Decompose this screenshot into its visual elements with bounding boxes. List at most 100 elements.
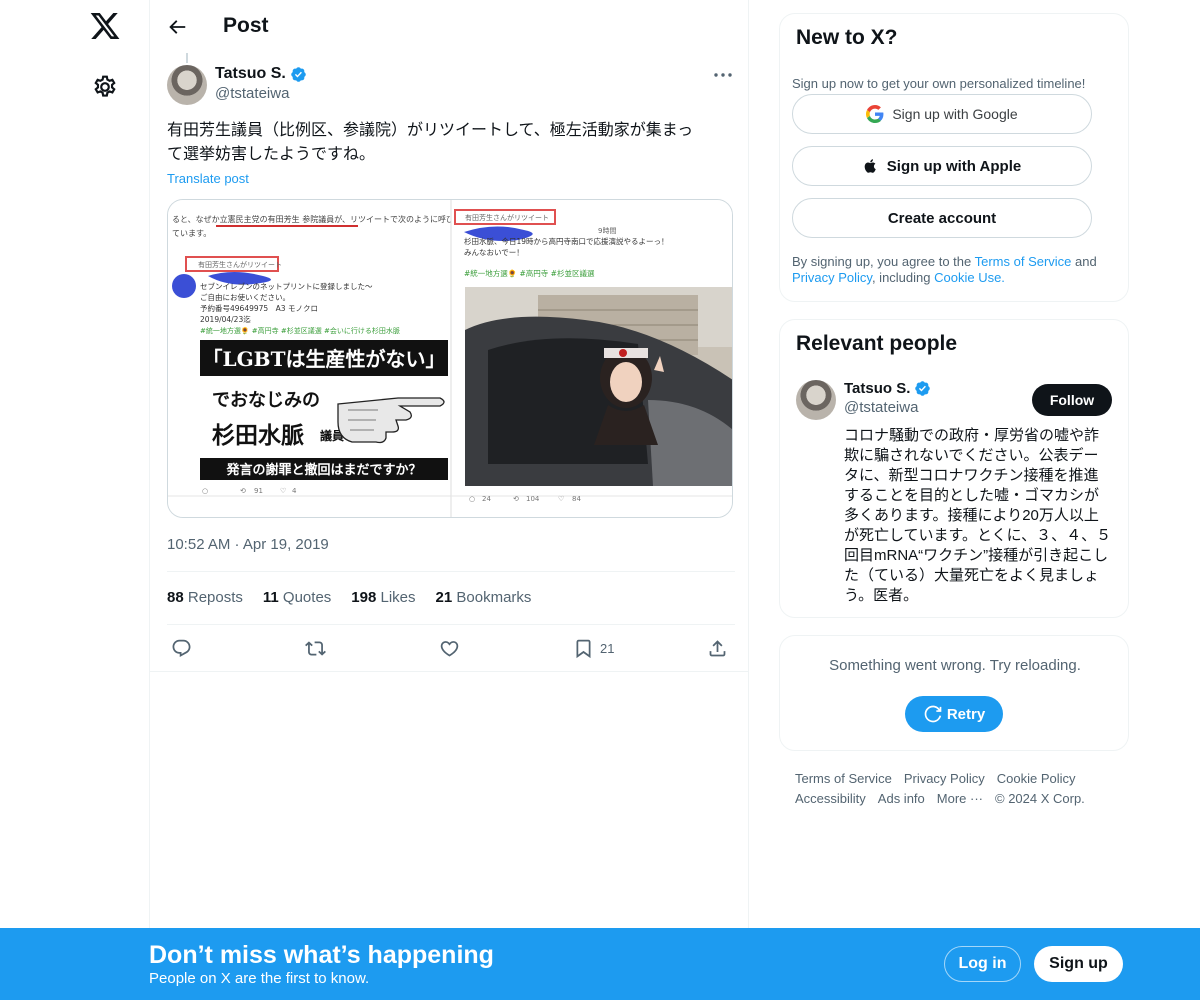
media-right-line1: 杉田水脈、今日19時から高円寺南口で応援演説やるよーっ！ [464, 236, 669, 246]
media-left-line: ご自由にお使いください。 [200, 292, 290, 302]
media-left-top-text2: ています。 [172, 229, 211, 238]
media-left-line: 2019/04/23迄 [200, 314, 251, 324]
media-right-count: 24 [482, 495, 491, 503]
author-name[interactable]: Tatsuo S. [215, 65, 286, 83]
repost-button[interactable] [305, 636, 326, 660]
post-text: 有田芳生議員（比例区、参議院）がリツイートして、極左活動家が集まっ て選挙妨害し… [167, 119, 737, 167]
footer-link[interactable]: Privacy Policy [904, 769, 985, 789]
x-logo-icon[interactable] [89, 10, 121, 42]
relevant-person[interactable]: Tatsuo S. @tstateiwa [844, 380, 931, 416]
bookmarks-stat[interactable]: 21 Bookmarks [436, 589, 532, 606]
media-left-top-text: ると、なぜか立憲民主党の有田芳生 参院議員が、リツイートで次のように呼び [172, 214, 454, 224]
post-media[interactable]: ると、なぜか立憲民主党の有田芳生 参院議員が、リツイートで次のように呼び ていま… [167, 199, 733, 518]
signup-apple-button[interactable]: Sign up with Apple [792, 146, 1092, 186]
bookmark-button[interactable]: 21 [573, 636, 614, 660]
post-text-line: て選挙妨害したようですね。 [167, 146, 376, 163]
media-right-tags: #統一地方選🌻 #高円寺 #杉並区議選 [464, 268, 595, 278]
verified-badge-icon [915, 381, 931, 396]
cookie-link[interactable]: Cookie Use. [934, 270, 1005, 285]
avatar[interactable] [167, 65, 207, 105]
page-title: Post [223, 14, 269, 37]
media-right-rt-badge: 有田芳生さんがリツイート [465, 213, 549, 222]
terms-link[interactable]: Terms of Service [975, 254, 1072, 269]
media-left-line: セブンイレブンのネットプリントに登録しました〜 [200, 281, 373, 291]
terms-text: and [1071, 254, 1097, 269]
media-left-banner-4: 発言の謝罪と撤回はまだですか？ [225, 462, 421, 478]
author-handle[interactable]: @tstateiwa [215, 85, 307, 102]
error-card: Something went wrong. Try reloading. Ret… [779, 635, 1129, 751]
banner-headline: Don’t miss what’s happening [149, 941, 494, 969]
reply-icon [172, 639, 191, 657]
post-stats: 88 Reposts 11 Quotes 198 Likes 21 Bookma… [167, 589, 531, 606]
quotes-stat[interactable]: 11 Quotes [263, 589, 331, 606]
header: Post [150, 0, 750, 53]
banner-subtitle: People on X are the first to know. [149, 970, 370, 987]
svg-text:○: ○ [202, 487, 208, 495]
footer-link[interactable]: More ··· [937, 789, 983, 809]
media-left-banner-3: 杉田水脈 [212, 422, 304, 449]
svg-text:♡: ♡ [558, 495, 564, 503]
media-left-line: #統一地方選🌻 #高円寺 #杉並区議選 #会いに行ける杉田水脈 [200, 326, 400, 335]
post-timestamp[interactable]: 10:52 AM · Apr 19, 2019 [167, 536, 329, 553]
more-options-icon[interactable] [713, 72, 733, 78]
post-text-line: 有田芳生議員（比例区、参議院）がリツイートして、極左活動家が集まっ [167, 122, 694, 139]
footer-link[interactable]: Accessibility [795, 789, 866, 809]
signup-apple-label: Sign up with Apple [886, 157, 1022, 175]
left-rail [0, 0, 150, 1000]
svg-text:⟲: ⟲ [513, 495, 519, 503]
media-right-line2: みんなおいでー！ [464, 248, 524, 257]
signup-google-button[interactable]: Sign up with Google [792, 94, 1092, 134]
signup-google-label: Sign up with Google [892, 106, 1018, 122]
signup-banner: Don’t miss what’s happening People on X … [0, 928, 1200, 1000]
relevant-name[interactable]: Tatsuo S. [844, 380, 910, 397]
reposts-stat[interactable]: 88 Reposts [167, 589, 243, 606]
bookmark-count: 21 [600, 640, 615, 656]
error-message: Something went wrong. Try reloading. [829, 657, 1081, 674]
main-column: Post Tatsuo S. @tstateiwa 有田芳生議員（比例区、参議院… [149, 0, 749, 1000]
footer-link[interactable]: Cookie Policy [997, 769, 1076, 789]
media-right-count: 104 [526, 495, 540, 503]
media-left-line: 予約番号49649975 A3 モノクロ [200, 303, 318, 313]
follow-button[interactable]: Follow [1032, 384, 1112, 416]
media-right-time: 9時間 [598, 227, 616, 235]
media-right-count: 84 [572, 495, 581, 503]
likes-stat[interactable]: 198 Likes [351, 589, 415, 606]
svg-text:♡: ♡ [280, 487, 286, 495]
footer-link[interactable]: Terms of Service [795, 769, 892, 789]
create-account-button[interactable]: Create account [792, 198, 1092, 238]
gear-icon[interactable] [92, 74, 118, 100]
arrow-left-icon[interactable] [166, 16, 188, 38]
media-left-banner-2: でおなじみの [212, 390, 320, 411]
footer-link[interactable]: Ads info [878, 789, 925, 809]
like-button[interactable] [439, 636, 460, 660]
retry-label: Retry [946, 705, 986, 723]
author-name-row[interactable]: Tatsuo S. [215, 65, 307, 83]
login-button[interactable]: Log in [944, 946, 1021, 982]
divider [167, 571, 735, 572]
bookmark-icon [576, 639, 591, 658]
privacy-link[interactable]: Privacy Policy [792, 270, 872, 285]
apple-icon [864, 159, 876, 173]
relevant-handle[interactable]: @tstateiwa [844, 399, 931, 416]
translate-post-link[interactable]: Translate post [167, 171, 249, 186]
signup-card: New to X? Sign up now to get your own pe… [779, 13, 1129, 302]
signup-button[interactable]: Sign up [1034, 946, 1123, 982]
reply-button[interactable] [171, 636, 192, 660]
relevant-bio: コロナ騒動での政府・厚労省の嘘や詐欺に騙されないでください。公表データに、新型コ… [844, 427, 1112, 604]
retry-button[interactable]: Retry [905, 696, 1003, 732]
repost-icon [305, 640, 326, 656]
share-button[interactable] [707, 636, 728, 660]
signup-subtitle: Sign up now to get your own personalized… [792, 76, 1086, 91]
refresh-icon [924, 705, 942, 723]
footer-links: Terms of Service Privacy Policy Cookie P… [795, 769, 1125, 809]
signup-title: New to X? [796, 26, 898, 49]
media-screenshot-collage: ると、なぜか立憲民主党の有田芳生 参院議員が、リツイートで次のように呼び ていま… [168, 200, 732, 517]
relevant-title: Relevant people [796, 332, 958, 355]
heart-icon [440, 640, 459, 657]
media-left-count: 4 [292, 487, 297, 495]
terms-text: , including [871, 270, 935, 285]
avatar[interactable] [796, 380, 836, 420]
terms-text: By signing up, you agree to the [792, 254, 975, 269]
divider [150, 671, 748, 672]
divider [167, 624, 735, 625]
